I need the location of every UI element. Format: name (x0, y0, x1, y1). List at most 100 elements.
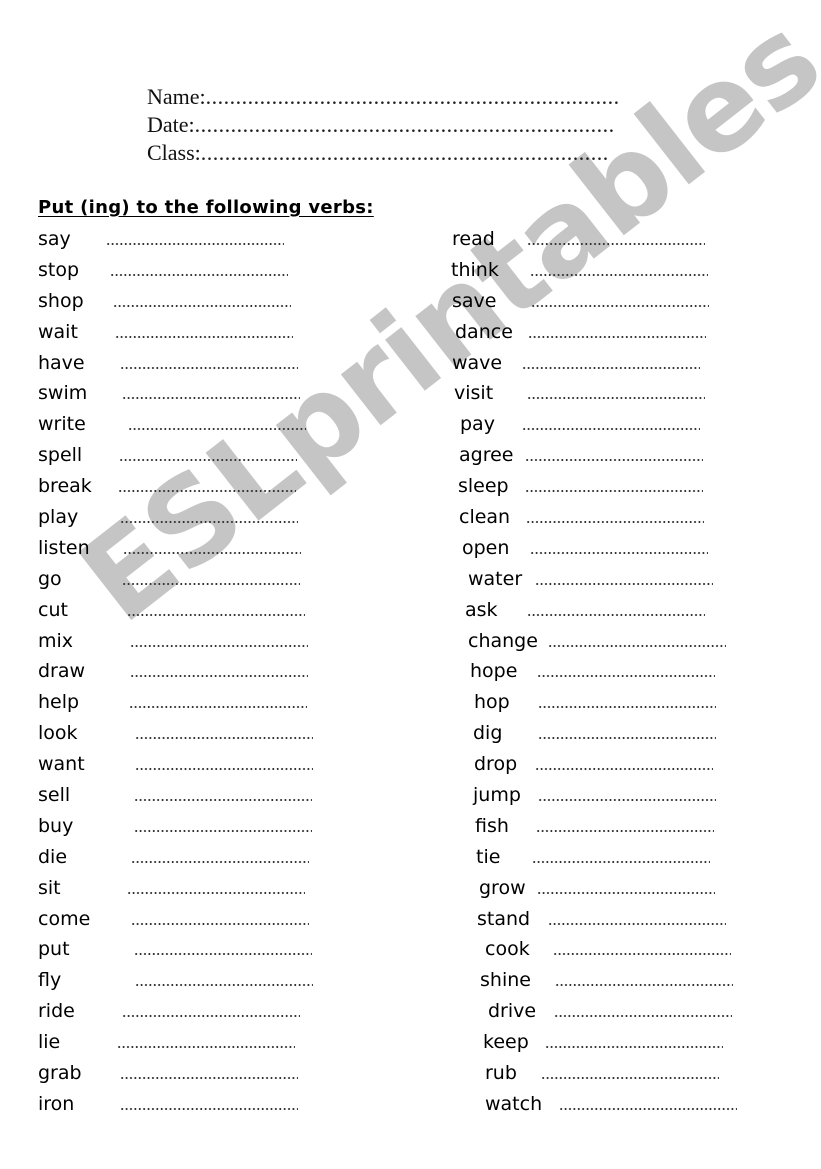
verb-label: die (38, 845, 68, 868)
answer-blank[interactable] (119, 459, 297, 462)
verb-label: help (38, 691, 80, 714)
answer-blank[interactable] (531, 304, 709, 307)
answer-blank[interactable] (106, 243, 284, 245)
exercise-instruction: Put (ing) to the following verbs: (38, 197, 374, 218)
answer-blank[interactable] (532, 860, 710, 863)
class-label: Class: (147, 140, 201, 165)
answer-blank[interactable] (118, 490, 296, 493)
verb-label: read (452, 228, 495, 250)
answer-blank[interactable] (127, 613, 305, 616)
answer-blank[interactable] (535, 582, 713, 585)
answer-blank[interactable] (134, 953, 312, 956)
answer-blank[interactable] (117, 1046, 295, 1049)
answer-blank[interactable] (538, 706, 716, 709)
answer-blank[interactable] (123, 551, 301, 554)
answer-blank[interactable] (528, 335, 706, 338)
verb-label: cook (485, 938, 530, 961)
date-answer-line[interactable]: ........................................… (195, 112, 615, 137)
answer-blank[interactable] (522, 366, 700, 369)
verb-label: grab (38, 1062, 82, 1085)
answer-blank[interactable] (537, 675, 715, 678)
answer-blank[interactable] (120, 1107, 298, 1110)
answer-blank[interactable] (527, 613, 705, 616)
verb-label: cut (38, 598, 68, 621)
answer-blank[interactable] (120, 1077, 298, 1080)
answer-blank[interactable] (120, 366, 298, 369)
answer-blank[interactable] (527, 397, 705, 400)
answer-blank[interactable] (115, 335, 293, 338)
answer-blank[interactable] (548, 922, 726, 925)
answer-blank[interactable] (554, 1015, 732, 1018)
answer-blank[interactable] (120, 521, 298, 524)
verb-label: wave (452, 351, 503, 374)
verb-label: keep (483, 1031, 529, 1054)
answer-blank[interactable] (548, 644, 726, 647)
answer-blank[interactable] (555, 984, 733, 987)
answer-blank[interactable] (538, 799, 716, 802)
verb-label: tie (476, 845, 501, 868)
verb-label: agree (459, 444, 514, 467)
verb-label: open (462, 536, 510, 559)
verb-label: save (452, 289, 497, 312)
answer-blank[interactable] (538, 737, 716, 740)
answer-blank[interactable] (127, 891, 305, 894)
answer-blank[interactable] (545, 1046, 723, 1049)
verb-label: visit (454, 382, 494, 405)
verb-label: fly (38, 969, 62, 992)
answer-blank[interactable] (553, 953, 731, 956)
verb-label: shop (38, 289, 84, 312)
verb-label: shine (480, 969, 531, 992)
answer-blank[interactable] (130, 644, 308, 647)
answer-blank[interactable] (536, 829, 714, 832)
verb-label: sit (38, 876, 61, 899)
name-field[interactable]: Name:...................................… (147, 83, 717, 111)
answer-blank[interactable] (122, 1015, 300, 1018)
answer-blank[interactable] (537, 891, 715, 894)
answer-blank[interactable] (525, 459, 703, 462)
answer-blank[interactable] (135, 768, 313, 771)
answer-blank[interactable] (527, 243, 705, 245)
class-answer-line[interactable]: ........................................… (201, 140, 609, 165)
verb-label: dig (473, 722, 503, 745)
answer-blank[interactable] (131, 860, 309, 863)
answer-blank[interactable] (128, 428, 306, 431)
answer-blank[interactable] (526, 521, 704, 524)
answer-blank[interactable] (110, 273, 288, 276)
answer-blank[interactable] (135, 737, 313, 740)
verb-label: water (468, 567, 523, 590)
answer-blank[interactable] (530, 273, 708, 276)
answer-blank[interactable] (129, 706, 307, 709)
answer-blank[interactable] (131, 922, 309, 925)
verb-label: swim (38, 382, 88, 405)
answer-blank[interactable] (122, 582, 300, 585)
answer-blank[interactable] (525, 490, 703, 493)
answer-blank[interactable] (541, 1077, 719, 1080)
verb-label: ask (465, 598, 498, 621)
answer-blank[interactable] (559, 1107, 737, 1110)
verb-label: spell (38, 444, 83, 467)
answer-blank[interactable] (535, 768, 713, 771)
verb-label: go (38, 567, 62, 590)
verb-label: wait (38, 320, 78, 343)
answer-blank[interactable] (530, 551, 708, 554)
answer-blank[interactable] (135, 984, 313, 987)
answer-blank[interactable] (522, 428, 700, 431)
verb-label: watch (485, 1092, 543, 1115)
name-label: Name: (147, 84, 206, 109)
answer-blank[interactable] (122, 397, 300, 400)
verb-label: sleep (458, 475, 509, 498)
class-field[interactable]: Class:..................................… (147, 139, 717, 167)
answer-blank[interactable] (130, 675, 308, 678)
answer-blank[interactable] (134, 799, 312, 802)
verb-label: stand (477, 907, 531, 930)
verb-label: pay (460, 413, 495, 436)
verb-label: drive (488, 1000, 537, 1023)
verb-label: rub (485, 1062, 517, 1085)
verb-label: dance (455, 320, 513, 343)
verb-label: listen (38, 536, 90, 559)
answer-blank[interactable] (113, 304, 291, 307)
name-answer-line[interactable]: ........................................… (206, 84, 620, 109)
date-field[interactable]: Date:...................................… (147, 111, 717, 139)
verb-label: break (38, 475, 92, 498)
answer-blank[interactable] (134, 829, 312, 832)
